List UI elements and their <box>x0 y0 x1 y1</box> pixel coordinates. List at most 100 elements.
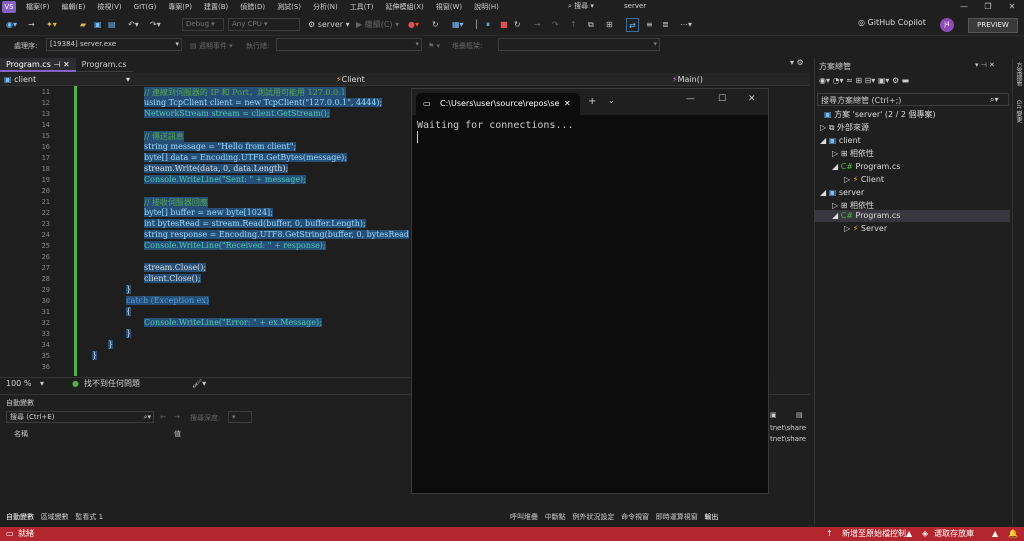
tab-overflow-icon[interactable]: ▾ ⚙ <box>790 58 804 67</box>
rail-git-changes[interactable]: Git 變更 <box>1014 100 1023 123</box>
browser-icon[interactable]: ▦▾ <box>452 18 464 32</box>
tree-program-cs[interactable]: ◢ C# Program.cs <box>832 210 900 222</box>
forward-icon[interactable]: → <box>28 18 35 32</box>
menu-extensions[interactable]: 延伸模組(X) <box>379 2 429 12</box>
menu-help[interactable]: 說明(H) <box>468 2 505 12</box>
restart-icon[interactable]: ↻ <box>432 18 439 32</box>
pause-icon[interactable]: ⏸ <box>486 18 490 32</box>
open-folder-icon[interactable]: ▰ <box>80 18 86 32</box>
autos-search-input[interactable]: 搜尋 (Ctrl+E) ⌕▾ <box>6 411 154 423</box>
tab-immediate-window[interactable]: 即時運算視窗 <box>656 513 698 521</box>
chevron-right-icon[interactable]: ▷ <box>820 123 829 132</box>
clear-output-icon[interactable]: ▤ <box>796 411 803 419</box>
menu-build[interactable]: 建置(B) <box>198 2 234 12</box>
maximize-icon[interactable]: ☐ <box>718 94 726 104</box>
tab-output[interactable]: 輸出 <box>704 513 718 521</box>
menu-edit[interactable]: 編輯(E) <box>56 2 92 12</box>
menu-project[interactable]: 專案(P) <box>162 2 198 12</box>
zoom-dropdown-icon[interactable]: ▾ <box>40 378 44 389</box>
search-depth-dropdown[interactable]: ▾ <box>228 411 252 423</box>
tab-exception-settings[interactable]: 例外狀況設定 <box>572 513 614 521</box>
stack-frame-dropdown[interactable]: ▾ <box>498 38 660 51</box>
back-icon[interactable]: ◉▾ <box>6 18 17 32</box>
chevron-down-icon[interactable]: ⌄ <box>608 96 615 105</box>
new-tab-icon[interactable]: + <box>588 96 596 107</box>
chevron-up-icon[interactable]: ▲ <box>906 527 912 541</box>
step-into-icon[interactable]: → <box>534 18 541 32</box>
toggle-icon-a[interactable]: ≡ <box>646 18 653 32</box>
config-dropdown[interactable]: Debug ▾ <box>182 18 224 31</box>
tab-program-cs-server[interactable]: Program.cs <box>75 58 133 72</box>
flag-icon[interactable]: ⚑ ▾ <box>428 39 440 53</box>
tree-project-server[interactable]: ◢ ▣ server <box>820 187 864 199</box>
menu-debug[interactable]: 偵錯(D) <box>234 2 271 12</box>
toggle-icon-b[interactable]: ≣ <box>662 18 669 32</box>
process-dropdown[interactable]: [19384] server.exe ▾ <box>46 38 182 51</box>
restart-debug-icon[interactable]: ↻ <box>514 18 521 32</box>
menu-window[interactable]: 視窗(W) <box>430 2 468 12</box>
hex-icon[interactable]: ⧉ <box>588 18 594 32</box>
thread-dropdown[interactable]: ▾ <box>276 38 422 51</box>
tab-call-stack[interactable]: 呼叫堆疊 <box>510 513 538 521</box>
menu-test[interactable]: 測試(S) <box>271 2 307 12</box>
threads-icon[interactable]: ⊞ <box>606 18 613 32</box>
menu-git[interactable]: GIT(G) <box>128 3 163 11</box>
chevron-down-icon[interactable]: ◢ <box>820 136 829 145</box>
tree-class-server[interactable]: ▷ ⚡ Server <box>844 223 887 235</box>
add-to-source-control[interactable]: 新增至原始檔控制 <box>842 527 906 541</box>
project-dropdown[interactable]: ▣ client ▾ <box>4 74 130 85</box>
close-icon[interactable]: ✕ <box>748 94 756 104</box>
class-dropdown[interactable]: ⚡Client <box>336 74 666 85</box>
tab-close-icon[interactable]: ✕ <box>63 60 70 69</box>
continue-button[interactable]: ▶ 繼續(C) ▾ <box>356 18 399 32</box>
save-all-icon[interactable]: ▤ <box>108 18 116 32</box>
pin-icon[interactable]: ⊣ <box>53 60 60 69</box>
chevron-right-icon[interactable]: ▷ <box>832 149 841 158</box>
avatar[interactable]: J4 <box>940 18 954 32</box>
chevron-right-icon[interactable]: ▷ <box>844 224 853 233</box>
tab-close-icon[interactable]: ✕ <box>564 93 571 115</box>
tree-dependencies[interactable]: ▷ ⊞ 相依性 <box>832 148 874 160</box>
tree-class-client[interactable]: ▷ ⚡ Client <box>844 174 884 186</box>
tab-breakpoints[interactable]: 中斷點 <box>545 513 566 521</box>
panel-options-icons[interactable]: ▾ ⊣ ✕ <box>975 61 995 69</box>
close-icon[interactable]: ✕ <box>1000 0 1024 14</box>
global-search[interactable]: ⌕ 搜尋 ▾ <box>568 1 594 11</box>
step-over-icon[interactable]: ↷ <box>552 18 559 32</box>
console-tab[interactable]: ▭ C:\Users\user\source\repos\se ✕ <box>416 93 580 115</box>
more-icon[interactable]: ⋯▾ <box>680 18 692 32</box>
chevron-up-icon[interactable]: ▲ <box>992 527 998 541</box>
github-copilot-button[interactable]: ◎ GitHub Copilot <box>858 18 926 27</box>
show-next-statement-icon[interactable]: ⇄ <box>626 18 639 32</box>
chevron-down-icon[interactable]: ◢ <box>820 188 829 197</box>
menu-view[interactable]: 檢視(V) <box>91 2 127 12</box>
tab-command-window[interactable]: 命令視窗 <box>621 513 649 521</box>
menu-analyze[interactable]: 分析(N) <box>307 2 344 12</box>
tab-watch-1[interactable]: 監看式 1 <box>75 513 103 521</box>
chevron-down-icon[interactable]: ◢ <box>832 162 841 171</box>
member-dropdown[interactable]: ⚡Main() <box>672 74 808 85</box>
solution-search-input[interactable]: 搜尋方案總管 (Ctrl+;) ⌕▾ <box>817 93 1009 106</box>
menu-tools[interactable]: 工具(T) <box>344 2 380 12</box>
nav-back-icon[interactable]: ← <box>160 413 166 421</box>
tree-external-sources[interactable]: ▷ ⧉ 外部來源 <box>820 122 869 134</box>
menu-file[interactable]: 檔案(F) <box>20 2 56 12</box>
hot-reload-icon[interactable]: ●▾ <box>408 18 419 32</box>
zoom-level[interactable]: 100 % <box>6 378 31 389</box>
tab-locals[interactable]: 區域變數 <box>41 513 69 521</box>
lifecycle-events-button[interactable]: ▤ 週期事件 ▾ <box>190 39 233 53</box>
notifications-icon[interactable]: 🔔 <box>1008 527 1018 541</box>
step-out-icon[interactable]: ↑ <box>570 18 577 32</box>
select-repository[interactable]: 選取存放庫 <box>934 527 974 541</box>
tab-autos[interactable]: 自動變數 <box>6 513 34 521</box>
chevron-down-icon[interactable]: ◢ <box>832 211 841 220</box>
undo-icon[interactable]: ↶▾ <box>128 18 139 32</box>
minimize-icon[interactable]: — <box>686 94 695 104</box>
platform-dropdown[interactable]: Any CPU ▾ <box>228 18 300 31</box>
chevron-right-icon[interactable]: ▷ <box>832 201 841 210</box>
tab-program-cs-client[interactable]: Program.cs ⊣ ✕ <box>0 58 76 72</box>
redo-icon[interactable]: ↷▾ <box>150 18 161 32</box>
rail-solution-explorer[interactable]: 方案總管 <box>1014 62 1023 86</box>
nav-forward-icon[interactable]: → <box>174 413 180 421</box>
output-toolbar-icon[interactable]: ▣ <box>770 411 777 419</box>
